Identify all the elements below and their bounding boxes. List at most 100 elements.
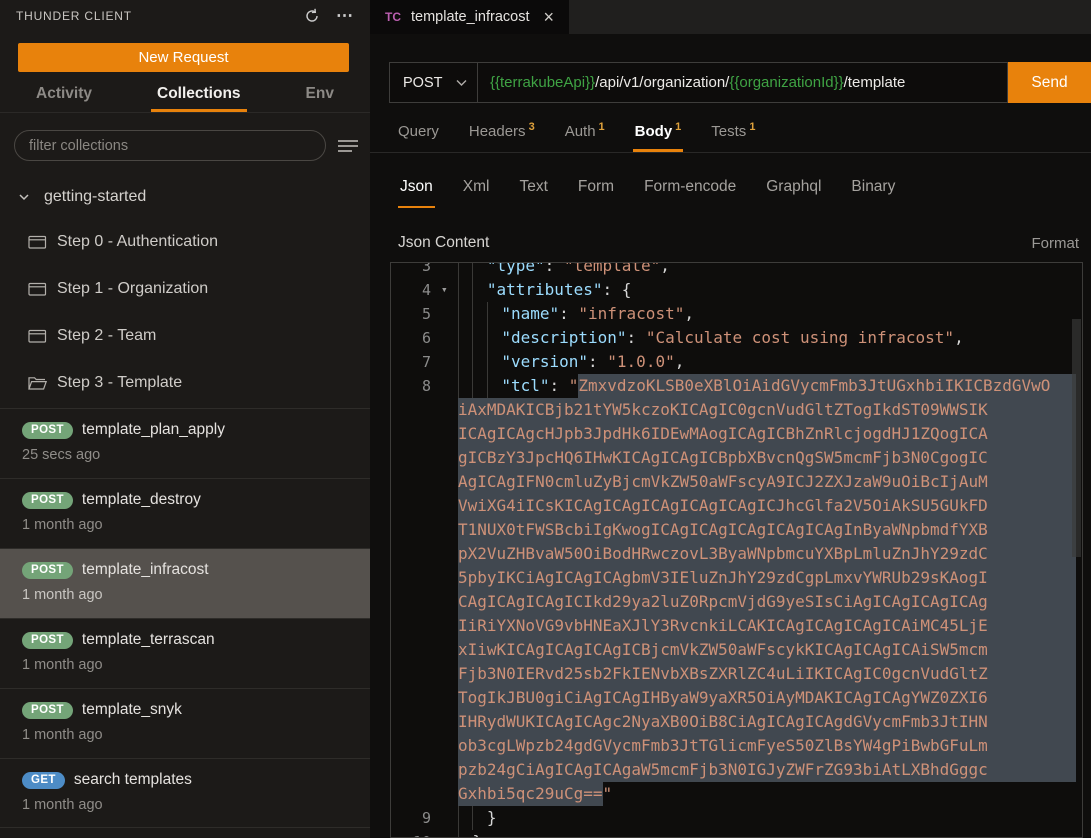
code-line: TogIkJBU0giCiAgICAgIHByaW9yaXR5OiAyMDAKI…	[391, 686, 1082, 710]
request-name: template_snyk	[82, 701, 182, 719]
code-line: 4▾"attributes": {	[391, 278, 1082, 302]
url-input[interactable]: {{terrakubeApi}}/api/v1/organization/{{o…	[478, 62, 1008, 103]
request-tab-tests[interactable]: Tests1	[711, 117, 755, 152]
fold-spacer	[441, 542, 458, 566]
request-item-template-snyk[interactable]: POSTtemplate_snyk1 month ago	[0, 688, 370, 758]
body-tab-text[interactable]: Text	[517, 172, 549, 208]
code-token: AgICAgIFN0cmluZyBjcmVkZW50aWFscyA9ICJ2ZX…	[458, 470, 1076, 494]
body-tab-xml[interactable]: Xml	[461, 172, 492, 208]
code-line: pzb24gCiAgICAgICAgaW5mcmFjb3N0IGJyZWFrZG…	[391, 758, 1082, 782]
code-line: 8"tcl": "ZmxvdzoKLSB0eXBlOiAidGVycmFmb3J…	[391, 374, 1082, 398]
fold-spacer	[441, 422, 458, 446]
folder-open-icon	[28, 375, 47, 391]
code-line: ICAgICAgcHJpb3JpdHk6IDEwMAogICAgICBhZnRl…	[391, 422, 1082, 446]
folder-item-step-2-team[interactable]: Step 2 - Team	[0, 312, 370, 359]
code-line: 10}	[391, 830, 1082, 838]
fold-spacer	[441, 638, 458, 662]
code-line: 7"version": "1.0.0",	[391, 350, 1082, 374]
request-time: 1 month ago	[22, 587, 370, 603]
code-token: IiRiYXNoVG9vbHNEaXJlY3RvcnkiLCAKICAgICAg…	[458, 614, 1076, 638]
indent-guide	[472, 302, 486, 326]
method-badge: POST	[22, 562, 73, 579]
request-item-template-destroy[interactable]: POSTtemplate_destroy1 month ago	[0, 478, 370, 548]
tab-template-infracost[interactable]: TC template_infracost ×	[370, 0, 569, 34]
code-token: "name"	[501, 302, 559, 326]
indent-guide	[472, 374, 486, 398]
tab-count-badge: 3	[529, 121, 535, 133]
code-token: "type"	[487, 262, 545, 278]
body-tab-graphql[interactable]: Graphql	[764, 172, 823, 208]
line-number	[391, 494, 441, 518]
request-tab-query[interactable]: Query	[398, 117, 439, 152]
folder-list: Step 0 - AuthenticationStep 1 - Organiza…	[0, 218, 370, 406]
body-type-tabs: Json Xml Text Form Form-encode Graphql Binary	[370, 172, 1091, 208]
sidebar-tab-collections[interactable]: Collections	[151, 82, 247, 112]
send-button[interactable]: Send	[1008, 62, 1091, 103]
url-row: POST {{terrakubeApi}}/api/v1/organizatio…	[389, 62, 1091, 103]
request-item-template-plan-apply[interactable]: POSTtemplate_plan_apply25 secs ago	[0, 408, 370, 478]
code-token: "tcl"	[501, 374, 549, 398]
request-tab-auth[interactable]: Auth1	[565, 117, 605, 152]
request-name: search templates	[74, 771, 192, 789]
fold-spacer	[441, 782, 458, 806]
folder-item-step-1-organization[interactable]: Step 1 - Organization	[0, 265, 370, 312]
request-row-top: POSTtemplate_terrascan	[22, 631, 370, 649]
code-token: TogIkJBU0giCiAgICAgIHByaW9yaXR5OiAyMDAKI…	[458, 686, 1076, 710]
tab-count-badge: 1	[749, 121, 755, 133]
body-tab-form[interactable]: Form	[576, 172, 616, 208]
method-badge: POST	[22, 632, 73, 649]
sidebar: THUNDER CLIENT ⋯ New Request ActivityCol…	[0, 0, 370, 838]
line-number	[391, 422, 441, 446]
request-row-top: GETsearch templates	[22, 771, 370, 789]
code-token: "description"	[501, 326, 626, 350]
line-number	[391, 614, 441, 638]
folder-item-step-3-template[interactable]: Step 3 - Template	[0, 359, 370, 406]
request-tab-headers[interactable]: Headers3	[469, 117, 535, 152]
code-line: 5"name": "infracost",	[391, 302, 1082, 326]
fold-spacer	[441, 326, 458, 350]
code-line: pX2VuZHBvaW50OiBodHRwczovL3ByaWNpbmcuYXB…	[391, 542, 1082, 566]
close-tab-icon[interactable]: ×	[543, 8, 554, 26]
json-content-header: Json Content Format	[398, 228, 1079, 258]
body-tab-json[interactable]: Json	[398, 172, 435, 208]
request-item-template-terrascan[interactable]: POSTtemplate_terrascan1 month ago	[0, 618, 370, 688]
request-list: POSTtemplate_plan_apply25 secs agoPOSTte…	[0, 408, 370, 828]
indent-guide	[472, 278, 486, 302]
fold-icon: ▾	[441, 278, 458, 302]
request-row-top: POSTtemplate_infracost	[22, 561, 370, 579]
indent-guide	[458, 830, 472, 838]
line-number	[391, 566, 441, 590]
body-tab-binary[interactable]: Binary	[849, 172, 897, 208]
collection-getting-started[interactable]: getting-started	[0, 180, 370, 214]
code-token: ob3cgLWpzb24gdGVycmFmb3JtTGlicmFyeS50ZlB…	[458, 734, 1076, 758]
method-dropdown[interactable]: POST	[389, 62, 478, 103]
more-actions-icon[interactable]: ⋯	[336, 6, 354, 26]
filter-collections-input[interactable]	[14, 130, 326, 161]
fold-spacer	[441, 398, 458, 422]
folder-item-step-0-authentication[interactable]: Step 0 - Authentication	[0, 218, 370, 265]
request-tab-body[interactable]: Body1	[635, 117, 682, 152]
indent-guide	[458, 374, 472, 398]
sort-icon[interactable]	[338, 139, 358, 153]
code-line: iAxMDAKICBjb21tYW5kczoKICAgIC0gcnVudGltZ…	[391, 398, 1082, 422]
collection-name: getting-started	[44, 188, 146, 206]
line-number: 8	[391, 374, 441, 398]
code-token: ,	[675, 350, 685, 374]
format-button[interactable]: Format	[1031, 235, 1079, 252]
fold-spacer	[441, 494, 458, 518]
line-number	[391, 662, 441, 686]
code-line: gICBzY3JpcHQ6IHwKICAgICAgICBpbXBvcnQgSW5…	[391, 446, 1082, 470]
request-item-search-templates[interactable]: GETsearch templates1 month ago	[0, 758, 370, 828]
sidebar-tab-activity[interactable]: Activity	[30, 82, 98, 112]
code-line: CAgICAgICAgICIkd29ya2luZ0RpcmVjdG9yeSIsC…	[391, 590, 1082, 614]
sidebar-tab-env[interactable]: Env	[300, 82, 340, 112]
json-body-editor[interactable]: 3"type": "template",4▾"attributes": {5"n…	[390, 262, 1083, 838]
indent-guide	[458, 302, 472, 326]
code-token: IHRydWUKICAgICAgc2NyaXB0OiB8CiAgICAgICAg…	[458, 710, 1076, 734]
editor-scrollbar-thumb[interactable]	[1072, 319, 1081, 557]
new-request-button[interactable]: New Request	[18, 43, 349, 72]
line-number	[391, 398, 441, 422]
request-item-template-infracost[interactable]: POSTtemplate_infracost 1 month ago	[0, 548, 370, 618]
body-tab-form-encode[interactable]: Form-encode	[642, 172, 738, 208]
refresh-icon[interactable]	[304, 8, 320, 24]
